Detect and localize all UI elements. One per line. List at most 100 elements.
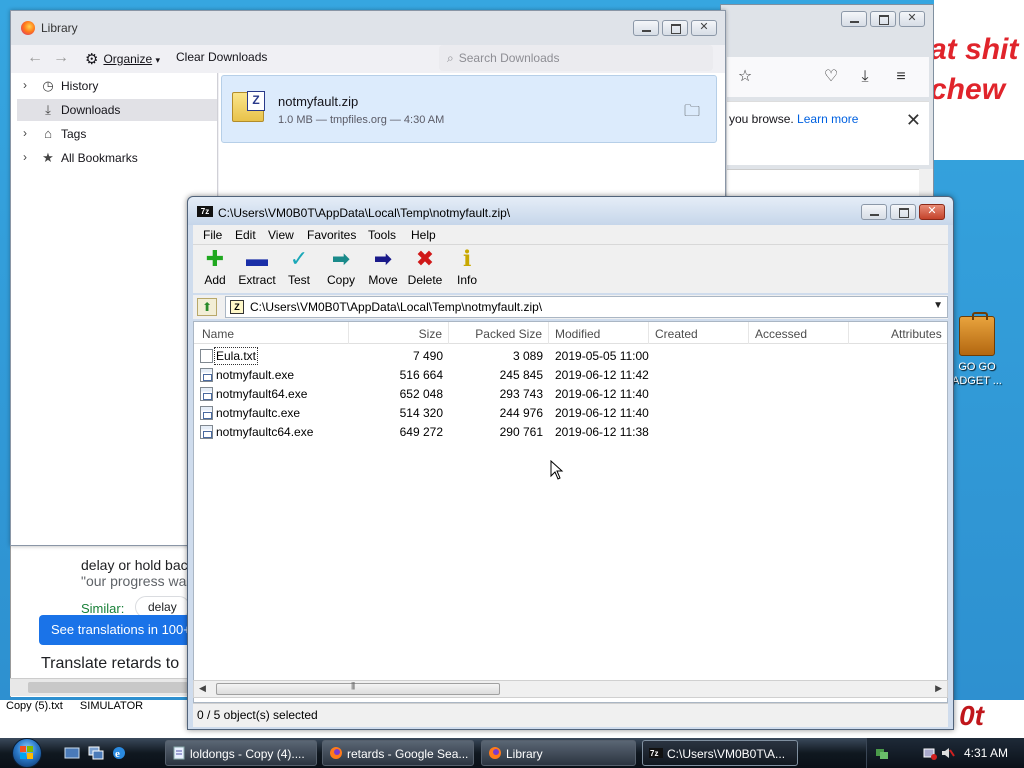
file-packed-size: 244 976 [499, 406, 543, 420]
column-created[interactable]: Created [649, 322, 749, 344]
column-accessed[interactable]: Accessed [749, 322, 849, 344]
add-button[interactable]: ✚ Add [193, 247, 237, 291]
clear-downloads-button[interactable]: Clear Downloads [176, 50, 267, 64]
taskbar-button-library[interactable]: Library [481, 740, 636, 766]
organize-label: Organize [103, 52, 153, 66]
tool-label: Delete [407, 273, 443, 287]
up-folder-button[interactable]: ⬆ [197, 298, 217, 316]
chevron-down-icon: ▾ [155, 55, 161, 65]
search-input[interactable]: ⌕ Search Downloads [439, 45, 713, 71]
minimize-button[interactable] [633, 20, 659, 36]
sidebar-item-downloads[interactable]: ⤓ Downloads [17, 99, 217, 121]
plus-icon: ✚ [205, 246, 225, 271]
scroll-thumb[interactable] [216, 681, 500, 695]
column-packed-size[interactable]: Packed Size [449, 322, 549, 344]
menu-help[interactable]: Help [411, 228, 436, 242]
download-icon[interactable]: ⤓ [855, 67, 875, 87]
window-title: Library [41, 21, 78, 35]
briefcase-icon [959, 312, 995, 356]
mouse-cursor-icon [550, 460, 564, 480]
menu-icon[interactable]: ≡ [891, 67, 911, 87]
maximize-button[interactable] [662, 20, 688, 36]
internet-explorer-icon[interactable]: e [111, 745, 127, 761]
close-button[interactable] [919, 204, 945, 220]
list-header: Name Size Packed Size Modified Created A… [194, 322, 947, 344]
close-button[interactable] [899, 11, 925, 27]
extract-button[interactable]: ▬ Extract [235, 247, 279, 291]
chevron-right-icon[interactable]: › [23, 150, 27, 164]
table-row[interactable]: Eula.txt 7 490 3 089 2019-05-05 11:00 [194, 347, 947, 366]
scroll-right-icon[interactable]: ▶ [935, 683, 942, 694]
scroll-thumb[interactable] [28, 682, 188, 693]
table-row[interactable]: notmyfault.exe 516 664 245 845 2019-06-1… [194, 366, 947, 385]
menu-view[interactable]: View [268, 228, 294, 242]
tool-label: Copy [326, 273, 355, 287]
taskbar-button-notepad[interactable]: loldongs - Copy (4).... [165, 740, 317, 766]
info-icon: ℹ [462, 246, 472, 271]
chevron-right-icon[interactable]: › [23, 78, 27, 92]
table-row[interactable]: notmyfault64.exe 652 048 293 743 2019-06… [194, 385, 947, 404]
organize-button[interactable]: ⚙ Organize ▾ [85, 50, 160, 68]
minimize-button[interactable] [861, 204, 887, 220]
info-button[interactable]: ℹ Info [445, 247, 489, 291]
close-button[interactable] [691, 20, 717, 36]
learn-more-link[interactable]: Learn more [797, 112, 858, 126]
network-disconnected-icon[interactable] [923, 746, 937, 760]
svg-text:e: e [115, 748, 120, 760]
exe-file-icon [200, 368, 213, 382]
maximize-button[interactable] [890, 204, 916, 220]
sidebar-item-tags[interactable]: › ⌂ Tags [17, 123, 217, 145]
scroll-left-icon[interactable]: ◀ [199, 683, 206, 694]
switch-windows-icon[interactable] [88, 745, 104, 761]
desktop-label-simulator[interactable]: SIMULATOR [80, 700, 143, 712]
sidebar-item-all-bookmarks[interactable]: › ★ All Bookmarks [17, 147, 217, 169]
close-icon[interactable]: ✕ [906, 110, 921, 131]
taskbar-button-7zip[interactable]: 7z C:\Users\VM0B0T\A... [642, 740, 798, 766]
minimize-button[interactable] [841, 11, 867, 27]
chevron-down-icon[interactable]: ▼ [933, 300, 943, 311]
path-combobox[interactable]: Z C:\Users\VM0B0T\AppData\Local\Temp\not… [225, 296, 948, 318]
download-meta: 1.0 MB — tmpfiles.org — 4:30 AM [278, 114, 445, 126]
table-row[interactable]: notmyfaultc64.exe 649 272 290 761 2019-0… [194, 423, 947, 442]
google-page-hscroll[interactable] [10, 678, 190, 696]
column-modified[interactable]: Modified [549, 322, 649, 344]
translations-button[interactable]: See translations in 100+ [39, 615, 199, 645]
sidebar-item-history[interactable]: › ◷ History [17, 75, 217, 97]
desktop-label-copy5[interactable]: Copy (5).txt [6, 700, 63, 712]
clock[interactable]: 4:31 AM [964, 746, 1008, 760]
column-name[interactable]: Name [194, 322, 349, 344]
desktop-icon-label: GO GO ADGET ... [952, 361, 1002, 387]
back-arrow-icon[interactable]: ← [27, 49, 43, 67]
firefox-window-buttons [838, 11, 925, 30]
column-attributes[interactable]: Attributes [849, 322, 947, 344]
forward-arrow-icon[interactable]: → [53, 49, 69, 67]
test-button[interactable]: ✓ Test [277, 247, 321, 291]
pocket-icon[interactable]: ♡ [821, 67, 841, 87]
show-desktop-icon[interactable] [64, 745, 80, 761]
column-size[interactable]: Size [349, 322, 449, 344]
volume-muted-icon[interactable] [941, 746, 955, 760]
menu-edit[interactable]: Edit [235, 228, 256, 242]
delete-button[interactable]: ✖ Delete [403, 247, 447, 291]
menu-file[interactable]: File [203, 228, 222, 242]
chevron-right-icon[interactable]: › [23, 126, 27, 140]
table-row[interactable]: notmyfaultc.exe 514 320 244 976 2019-06-… [194, 404, 947, 423]
menu-tools[interactable]: Tools [368, 228, 396, 242]
maximize-button[interactable] [870, 11, 896, 27]
star-icon[interactable]: ☆ [735, 67, 755, 87]
copy-button[interactable]: ➡ Copy [319, 247, 363, 291]
svg-text:7z: 7z [650, 749, 658, 758]
notepad-icon [173, 746, 185, 760]
wallpaper-text: at shit chew [930, 33, 1019, 106]
download-item[interactable]: notmyfault.zip 1.0 MB — tmpfiles.org — 4… [221, 75, 717, 143]
move-button[interactable]: ➡ Move [361, 247, 405, 291]
menu-favorites[interactable]: Favorites [307, 228, 356, 242]
folder-icon[interactable]: 🗀 [684, 100, 700, 127]
taskbar-button-google-search[interactable]: retards - Google Sea... [322, 740, 474, 766]
start-button[interactable] [8, 738, 48, 768]
library-titlebar: Library [11, 11, 725, 45]
network-icon[interactable] [875, 746, 889, 760]
library-window-buttons [630, 20, 717, 39]
horizontal-scrollbar[interactable]: ◀ ▶ [193, 680, 948, 698]
desktop-icon-gadget[interactable]: GO GO ADGET ... [952, 312, 1002, 388]
